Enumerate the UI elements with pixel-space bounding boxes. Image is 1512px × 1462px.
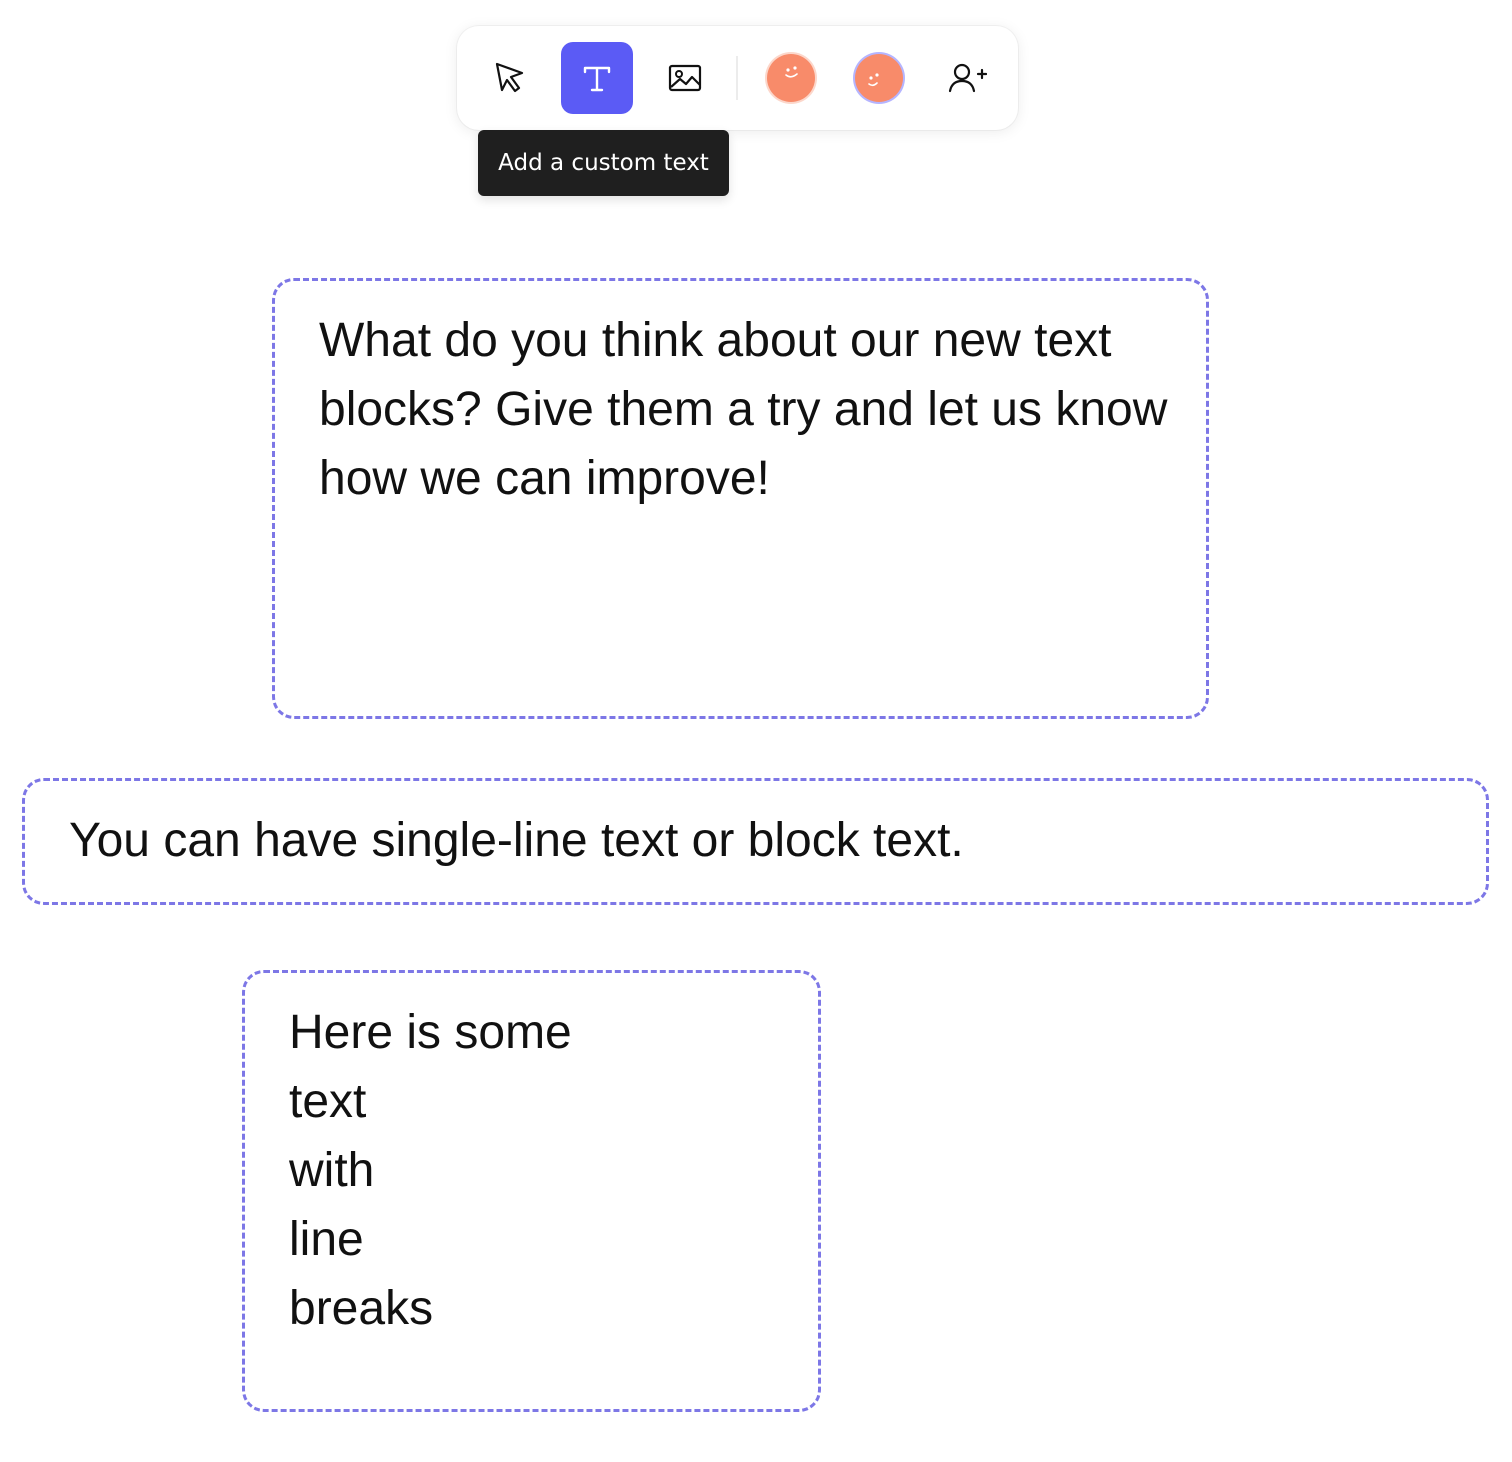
select-tool-button[interactable] — [474, 42, 546, 114]
cursor-icon — [495, 62, 524, 93]
collaborator-avatar[interactable] — [855, 54, 903, 102]
image-tool-button[interactable] — [649, 42, 721, 114]
invite-user-button[interactable] — [931, 42, 1003, 114]
text-block[interactable]: Here is some text with line breaks — [242, 970, 821, 1412]
text-block-content[interactable]: You can have single-line text or block t… — [69, 806, 964, 875]
single-line-text-block[interactable]: You can have single-line text or block t… — [22, 778, 1489, 905]
tooltip: Add a custom text — [478, 130, 729, 196]
toolbar-divider — [736, 56, 738, 100]
text-t-icon — [583, 66, 611, 92]
image-icon — [668, 64, 702, 92]
add-user-icon — [948, 63, 987, 93]
collaborator-avatar[interactable] — [767, 54, 815, 102]
text-block-content[interactable]: What do you think about our new text blo… — [319, 306, 1179, 513]
text-tool-button[interactable] — [561, 42, 633, 114]
text-block[interactable]: What do you think about our new text blo… — [272, 278, 1209, 719]
avatar-face-icon — [785, 66, 798, 78]
avatar-face-icon — [868, 73, 879, 87]
text-block-content[interactable]: Here is some text with line breaks — [289, 998, 789, 1343]
toolbar — [457, 26, 1018, 130]
